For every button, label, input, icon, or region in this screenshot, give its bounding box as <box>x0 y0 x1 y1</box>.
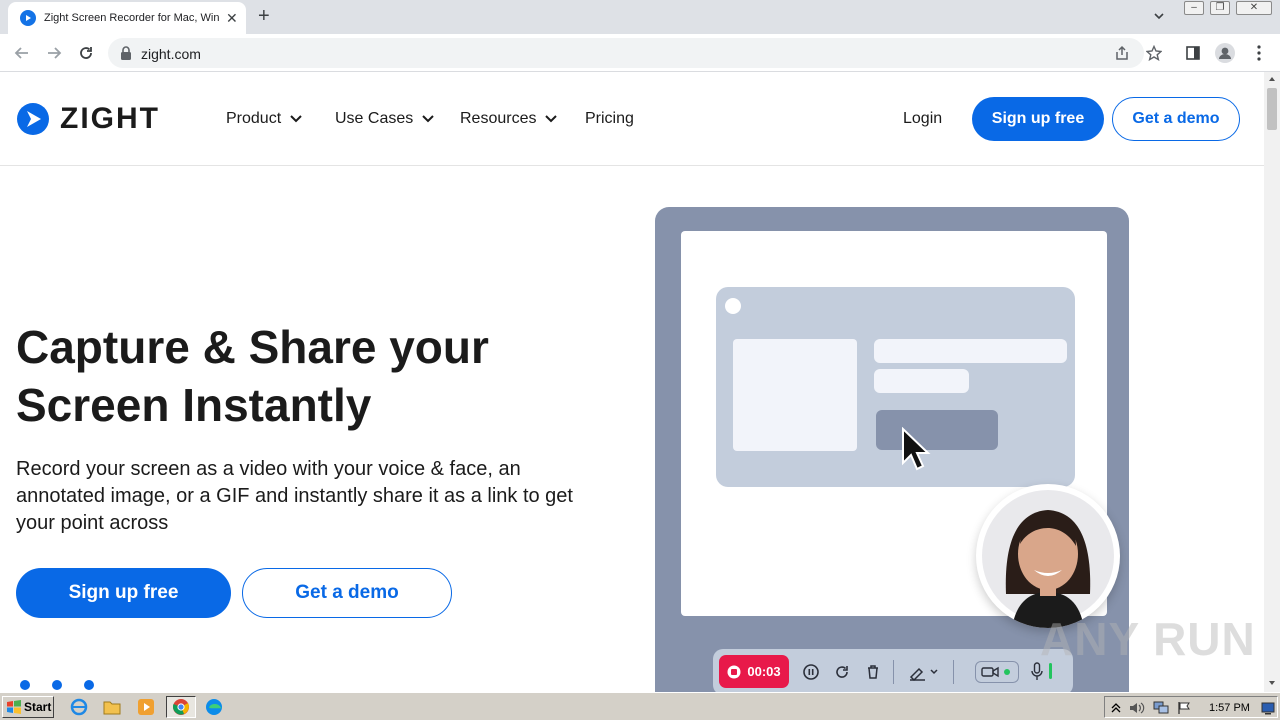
new-tab-button[interactable]: + <box>258 6 270 26</box>
tab-search-chevron-icon[interactable] <box>1152 9 1166 28</box>
browser-tab-bar: Zight Screen Recorder for Mac, Windows ✕… <box>0 0 1280 34</box>
windows-logo-icon <box>7 700 21 714</box>
scroll-up-icon[interactable] <box>1268 76 1276 82</box>
nav-resources-label: Resources <box>460 110 537 127</box>
reload-icon[interactable] <box>75 42 97 64</box>
chevron-down-icon <box>422 115 434 123</box>
tab-title: Zight Screen Recorder for Mac, Windows <box>44 12 220 24</box>
nav-pricing[interactable]: Pricing <box>585 110 634 128</box>
windows-taskbar: Start 1:57 PM <box>0 692 1280 720</box>
nav-use-cases-label: Use Cases <box>335 110 414 127</box>
hero-title: Capture & Share your Screen Instantly <box>16 321 489 431</box>
tray-expand-icon[interactable] <box>1111 702 1121 714</box>
placeholder-line <box>874 339 1067 363</box>
tab-close-icon[interactable]: ✕ <box>226 10 238 27</box>
start-button[interactable]: Start <box>2 696 54 718</box>
webcam-avatar <box>976 484 1120 628</box>
divider <box>953 660 954 684</box>
restore-window-button[interactable]: ❐ <box>1210 1 1230 15</box>
scroll-down-icon[interactable] <box>1268 680 1276 686</box>
illustration-window <box>716 287 1075 487</box>
chevron-down-icon <box>545 115 558 123</box>
show-desktop-icon[interactable] <box>1261 701 1275 715</box>
divider <box>893 660 894 684</box>
system-tray <box>1104 696 1278 718</box>
camera-toggle <box>975 661 1019 683</box>
nav-pricing-label: Pricing <box>585 110 634 127</box>
record-timer-pill: 00:03 <box>719 655 789 688</box>
carousel-dot[interactable] <box>52 680 62 690</box>
site-header: ZIGHT Product Use Cases Resources Pricin… <box>0 72 1264 166</box>
url-text[interactable]: zight.com <box>141 46 201 62</box>
start-label: Start <box>24 700 52 714</box>
minimize-window-button[interactable]: – <box>1184 1 1204 15</box>
zight-logo[interactable]: ZIGHT <box>16 102 160 136</box>
hero-subtitle: Record your screen as a video with your … <box>16 458 573 534</box>
action-center-flag-icon[interactable] <box>1177 701 1191 715</box>
pause-icon <box>803 664 819 680</box>
taskbar-clock[interactable]: 1:57 PM <box>1209 702 1250 714</box>
share-icon[interactable] <box>1112 43 1132 63</box>
zight-favicon-icon <box>20 10 36 26</box>
bookmark-star-icon[interactable] <box>1144 43 1164 63</box>
file-explorer-icon[interactable] <box>102 697 122 717</box>
woman-portrait-icon <box>982 490 1114 628</box>
address-bar[interactable]: zight.com <box>108 38 1162 68</box>
illustration-screen <box>681 231 1120 628</box>
camera-icon <box>981 666 999 678</box>
draw-tool-icon <box>909 667 938 681</box>
profile-avatar-icon[interactable] <box>1215 43 1235 63</box>
header-demo-button[interactable]: Get a demo <box>1112 97 1240 141</box>
placeholder-line <box>874 369 969 393</box>
logo-text: ZIGHT <box>60 102 160 135</box>
kebab-menu-icon[interactable] <box>1249 43 1269 63</box>
nav-use-cases[interactable]: Use Cases <box>335 110 435 128</box>
window-dot <box>725 298 741 314</box>
internet-explorer-icon[interactable] <box>69 697 89 717</box>
chrome-taskbar-button[interactable] <box>166 696 196 718</box>
lock-icon[interactable] <box>120 46 132 65</box>
edge-icon[interactable] <box>204 697 224 717</box>
nav-resources[interactable]: Resources <box>460 110 558 128</box>
chrome-icon <box>173 699 189 715</box>
web-page: ZIGHT Product Use Cases Resources Pricin… <box>0 72 1264 692</box>
carousel-dot[interactable] <box>20 680 30 690</box>
record-timer: 00:03 <box>747 664 781 679</box>
trash-icon <box>868 665 878 679</box>
anyrun-watermark: ANY RUN <box>1040 613 1256 665</box>
cursor-arrow-icon <box>902 427 931 471</box>
nav-product[interactable]: Product <box>226 110 303 128</box>
network-icon[interactable] <box>1153 701 1169 715</box>
browser-toolbar: zight.com <box>0 34 1280 72</box>
stop-record-icon <box>727 665 741 678</box>
hero-demo-button[interactable]: Get a demo <box>242 568 452 618</box>
recording-controls: 00:03 <box>713 649 1073 692</box>
close-window-button[interactable]: ✕ <box>1236 1 1272 15</box>
chevron-down-icon <box>290 115 302 123</box>
browser-tab[interactable]: Zight Screen Recorder for Mac, Windows ✕ <box>8 2 246 34</box>
hero-signup-button[interactable]: Sign up free <box>16 568 231 618</box>
forward-arrow-icon[interactable] <box>43 42 65 64</box>
login-link[interactable]: Login <box>903 110 942 128</box>
media-player-icon[interactable] <box>136 697 156 717</box>
nav-product-label: Product <box>226 110 282 127</box>
camera-on-dot <box>1004 669 1010 675</box>
placeholder-button <box>876 410 998 450</box>
placeholder-card <box>733 339 857 451</box>
page-scrollbar[interactable] <box>1264 72 1280 692</box>
zight-logo-icon <box>17 103 49 135</box>
scrollbar-thumb[interactable] <box>1267 88 1277 130</box>
volume-icon[interactable] <box>1129 701 1145 715</box>
header-signup-button[interactable]: Sign up free <box>972 97 1104 141</box>
back-arrow-icon[interactable] <box>11 42 33 64</box>
restart-icon <box>836 666 848 678</box>
carousel-dot[interactable] <box>84 680 94 690</box>
side-panel-icon[interactable] <box>1183 43 1203 63</box>
